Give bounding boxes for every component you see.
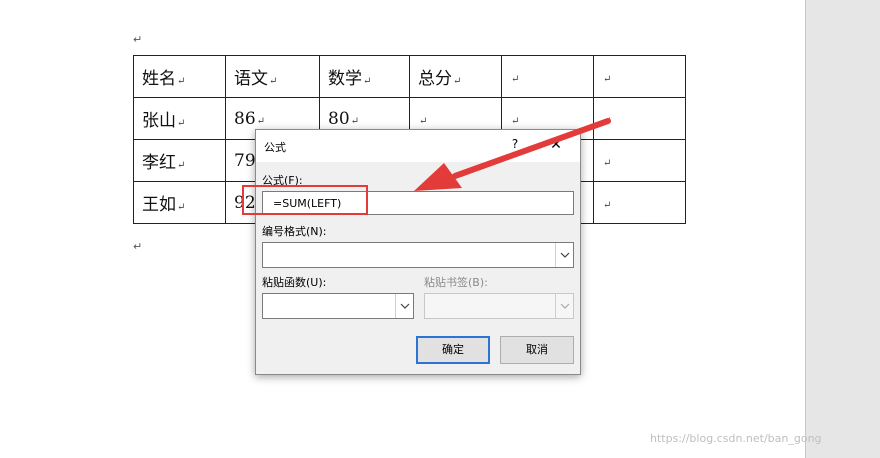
annotation-arrow <box>414 118 611 191</box>
watermark: https://blog.csdn.net/ban_gong <box>650 432 822 445</box>
